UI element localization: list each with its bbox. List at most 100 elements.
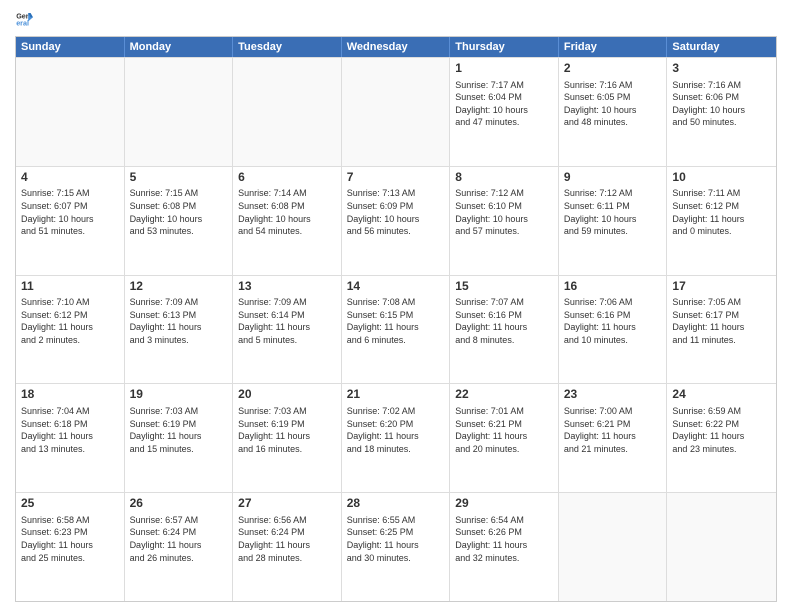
day-number: 26 — [130, 496, 228, 512]
calendar-header: SundayMondayTuesdayWednesdayThursdayFrid… — [16, 37, 776, 57]
logo: Gen eral — [15, 10, 35, 28]
cell-info: Sunrise: 7:03 AM Sunset: 6:19 PM Dayligh… — [130, 405, 228, 455]
calendar-cell: 4Sunrise: 7:15 AM Sunset: 6:07 PM Daylig… — [16, 167, 125, 275]
calendar-cell: 26 Sunrise: 6:57 AM Sunset: 6:24 PM Dayli… — [125, 493, 234, 601]
cell-info: Sunrise: 7:11 AM Sunset: 6:12 PM Dayligh… — [672, 187, 771, 237]
weekday-header: Saturday — [667, 37, 776, 57]
day-number: 12 — [130, 279, 228, 295]
day-number: 23 — [564, 387, 662, 403]
cell-info: Sunrise: 6:56 AM Sunset: 6:24 PM Dayligh… — [238, 514, 336, 564]
day-number: 5 — [130, 170, 228, 186]
cell-info: Sunrise: 7:15 AM Sunset: 6:08 PM Dayligh… — [130, 187, 228, 237]
cell-info: Sunrise: 6:58 AM Sunset: 6:23 PM Dayligh… — [21, 514, 119, 564]
day-number: 20 — [238, 387, 336, 403]
cell-info: Sunrise: 7:09 AM Sunset: 6:13 PM Dayligh… — [130, 296, 228, 346]
cell-info: Sunrise: 6:57 AM Sunset: 6:24 PM Dayligh… — [130, 514, 228, 564]
day-number: 16 — [564, 279, 662, 295]
cell-info: Sunrise: 6:54 AM Sunset: 6:26 PM Dayligh… — [455, 514, 553, 564]
day-number: 13 — [238, 279, 336, 295]
cell-info: Sunrise: 7:16 AM Sunset: 6:05 PM Dayligh… — [564, 79, 662, 129]
calendar-cell: 12Sunrise: 7:09 AM Sunset: 6:13 PM Dayli… — [125, 276, 234, 384]
calendar-cell: 10Sunrise: 7:11 AM Sunset: 6:12 PM Dayli… — [667, 167, 776, 275]
logo-icon: Gen eral — [15, 10, 33, 28]
day-number: 4 — [21, 170, 119, 186]
page: Gen eral SundayMondayTuesdayWednesdayThu… — [0, 0, 792, 612]
day-number: 27 — [238, 496, 336, 512]
cell-info: Sunrise: 7:15 AM Sunset: 6:07 PM Dayligh… — [21, 187, 119, 237]
calendar-cell — [233, 58, 342, 166]
cell-info: Sunrise: 7:02 AM Sunset: 6:20 PM Dayligh… — [347, 405, 445, 455]
calendar-cell: 3 Sunrise: 7:16 AM Sunset: 6:06 PM Daylig… — [667, 58, 776, 166]
calendar-cell — [342, 58, 451, 166]
calendar-cell: 29 Sunrise: 6:54 AM Sunset: 6:26 PM Dayli… — [450, 493, 559, 601]
day-number: 11 — [21, 279, 119, 295]
day-number: 22 — [455, 387, 553, 403]
cell-info: Sunrise: 7:08 AM Sunset: 6:15 PM Dayligh… — [347, 296, 445, 346]
day-number: 17 — [672, 279, 771, 295]
calendar-row: 11Sunrise: 7:10 AM Sunset: 6:12 PM Dayli… — [16, 275, 776, 384]
weekday-header: Monday — [125, 37, 234, 57]
day-number: 29 — [455, 496, 553, 512]
day-number: 25 — [21, 496, 119, 512]
cell-info: Sunrise: 7:13 AM Sunset: 6:09 PM Dayligh… — [347, 187, 445, 237]
calendar-cell: 2 Sunrise: 7:16 AM Sunset: 6:05 PM Daylig… — [559, 58, 668, 166]
day-number: 21 — [347, 387, 445, 403]
calendar-cell: 13Sunrise: 7:09 AM Sunset: 6:14 PM Dayli… — [233, 276, 342, 384]
calendar-cell: 8Sunrise: 7:12 AM Sunset: 6:10 PM Daylig… — [450, 167, 559, 275]
day-number: 3 — [672, 61, 771, 77]
calendar-cell — [16, 58, 125, 166]
day-number: 24 — [672, 387, 771, 403]
calendar-cell: 7Sunrise: 7:13 AM Sunset: 6:09 PM Daylig… — [342, 167, 451, 275]
calendar-cell: 22Sunrise: 7:01 AM Sunset: 6:21 PM Dayli… — [450, 384, 559, 492]
day-number: 15 — [455, 279, 553, 295]
calendar-cell: 27 Sunrise: 6:56 AM Sunset: 6:24 PM Dayli… — [233, 493, 342, 601]
calendar-row: 18Sunrise: 7:04 AM Sunset: 6:18 PM Dayli… — [16, 383, 776, 492]
header: Gen eral — [15, 10, 777, 28]
day-number: 19 — [130, 387, 228, 403]
calendar-cell: 23 Sunrise: 7:00 AM Sunset: 6:21 PM Dayli… — [559, 384, 668, 492]
weekday-header: Sunday — [16, 37, 125, 57]
weekday-header: Thursday — [450, 37, 559, 57]
cell-info: Sunrise: 7:10 AM Sunset: 6:12 PM Dayligh… — [21, 296, 119, 346]
weekday-header: Tuesday — [233, 37, 342, 57]
calendar-cell: 18Sunrise: 7:04 AM Sunset: 6:18 PM Dayli… — [16, 384, 125, 492]
day-number: 8 — [455, 170, 553, 186]
cell-info: Sunrise: 7:12 AM Sunset: 6:11 PM Dayligh… — [564, 187, 662, 237]
calendar-row: 1Sunrise: 7:17 AM Sunset: 6:04 PM Daylig… — [16, 57, 776, 166]
calendar-cell: 21 Sunrise: 7:02 AM Sunset: 6:20 PM Dayli… — [342, 384, 451, 492]
calendar-cell: 15Sunrise: 7:07 AM Sunset: 6:16 PM Dayli… — [450, 276, 559, 384]
svg-text:eral: eral — [16, 19, 29, 28]
calendar-cell: 19 Sunrise: 7:03 AM Sunset: 6:19 PM Dayli… — [125, 384, 234, 492]
calendar-cell: 1Sunrise: 7:17 AM Sunset: 6:04 PM Daylig… — [450, 58, 559, 166]
day-number: 28 — [347, 496, 445, 512]
calendar: SundayMondayTuesdayWednesdayThursdayFrid… — [15, 36, 777, 602]
calendar-cell: 5Sunrise: 7:15 AM Sunset: 6:08 PM Daylig… — [125, 167, 234, 275]
calendar-cell — [125, 58, 234, 166]
weekday-header: Wednesday — [342, 37, 451, 57]
cell-info: Sunrise: 7:16 AM Sunset: 6:06 PM Dayligh… — [672, 79, 771, 129]
cell-info: Sunrise: 7:12 AM Sunset: 6:10 PM Dayligh… — [455, 187, 553, 237]
cell-info: Sunrise: 7:09 AM Sunset: 6:14 PM Dayligh… — [238, 296, 336, 346]
cell-info: Sunrise: 7:06 AM Sunset: 6:16 PM Dayligh… — [564, 296, 662, 346]
calendar-cell: 17Sunrise: 7:05 AM Sunset: 6:17 PM Dayli… — [667, 276, 776, 384]
cell-info: Sunrise: 7:17 AM Sunset: 6:04 PM Dayligh… — [455, 79, 553, 129]
cell-info: Sunrise: 7:05 AM Sunset: 6:17 PM Dayligh… — [672, 296, 771, 346]
cell-info: Sunrise: 6:55 AM Sunset: 6:25 PM Dayligh… — [347, 514, 445, 564]
cell-info: Sunrise: 7:00 AM Sunset: 6:21 PM Dayligh… — [564, 405, 662, 455]
weekday-header: Friday — [559, 37, 668, 57]
day-number: 7 — [347, 170, 445, 186]
calendar-body: 1Sunrise: 7:17 AM Sunset: 6:04 PM Daylig… — [16, 57, 776, 601]
calendar-cell: 6Sunrise: 7:14 AM Sunset: 6:08 PM Daylig… — [233, 167, 342, 275]
calendar-row: 4Sunrise: 7:15 AM Sunset: 6:07 PM Daylig… — [16, 166, 776, 275]
day-number: 18 — [21, 387, 119, 403]
calendar-cell: 24Sunrise: 6:59 AM Sunset: 6:22 PM Dayli… — [667, 384, 776, 492]
calendar-cell: 16Sunrise: 7:06 AM Sunset: 6:16 PM Dayli… — [559, 276, 668, 384]
day-number: 2 — [564, 61, 662, 77]
day-number: 9 — [564, 170, 662, 186]
cell-info: Sunrise: 7:03 AM Sunset: 6:19 PM Dayligh… — [238, 405, 336, 455]
cell-info: Sunrise: 7:07 AM Sunset: 6:16 PM Dayligh… — [455, 296, 553, 346]
calendar-cell: 28 Sunrise: 6:55 AM Sunset: 6:25 PM Dayli… — [342, 493, 451, 601]
calendar-cell: 20 Sunrise: 7:03 AM Sunset: 6:19 PM Dayli… — [233, 384, 342, 492]
calendar-cell: 9Sunrise: 7:12 AM Sunset: 6:11 PM Daylig… — [559, 167, 668, 275]
calendar-cell — [559, 493, 668, 601]
